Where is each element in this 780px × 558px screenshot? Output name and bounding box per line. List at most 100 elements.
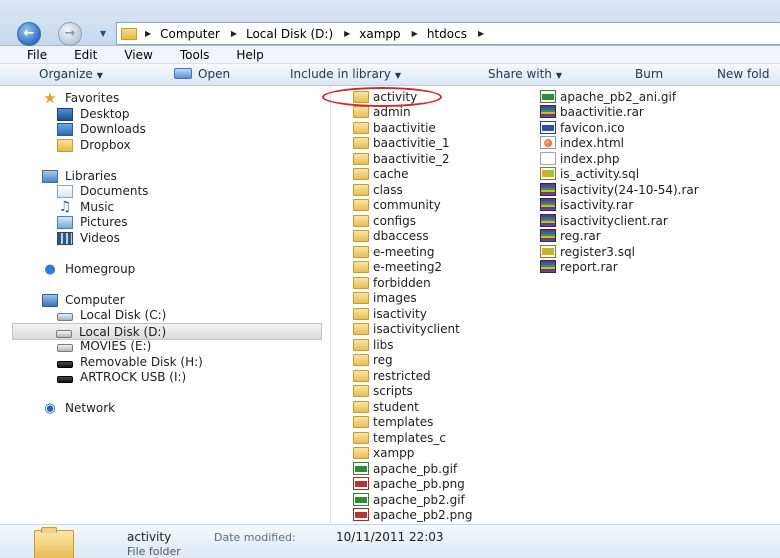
list-item[interactable]: isactivity <box>353 306 427 321</box>
star-icon: ★ <box>43 88 57 107</box>
list-item[interactable]: reg.rar <box>540 228 601 243</box>
list-item[interactable]: index.html <box>540 135 624 150</box>
list-item[interactable]: isactivity(24-10-54).rar <box>540 182 699 197</box>
list-item[interactable]: xampp <box>353 445 414 460</box>
usb-drive-icon <box>57 361 73 368</box>
list-item[interactable]: configs <box>353 213 416 228</box>
list-item[interactable]: isactivityclient <box>353 321 460 336</box>
recent-pages-dropdown-icon[interactable]: ▼ <box>100 29 106 38</box>
list-item[interactable]: index.php <box>540 151 619 166</box>
videos-icon <box>57 231 73 245</box>
list-item[interactable]: templates <box>353 414 433 429</box>
date-modified-value: 10/11/2011 22:03 <box>336 530 444 544</box>
list-item[interactable]: scripts <box>353 383 413 398</box>
list-item[interactable]: dbaccess <box>353 228 429 243</box>
nav-computer[interactable]: Computer <box>42 293 125 307</box>
ico-file-icon <box>540 121 556 134</box>
nav-downloads[interactable]: Downloads <box>57 122 146 136</box>
rar-archive-icon <box>540 105 556 118</box>
list-item[interactable]: apache_pb2.png <box>353 507 472 522</box>
selected-item-name: activity <box>127 530 172 544</box>
list-item[interactable]: e-meeting <box>353 244 434 259</box>
nav-libraries[interactable]: Libraries <box>42 169 117 183</box>
folder-icon <box>121 27 137 40</box>
breadcrumb[interactable]: ▶ Computer ▶ Local Disk (D:) ▶ xampp ▶ htdoc… <box>116 22 780 45</box>
organize-button[interactable]: Organize ▼ <box>39 67 103 81</box>
list-item[interactable]: apache_pb.gif <box>353 461 457 476</box>
list-item[interactable]: is_activity.sql <box>540 166 639 181</box>
nav-music[interactable]: ♫ Music <box>57 200 114 215</box>
nav-documents[interactable]: Documents <box>57 184 148 198</box>
nav-homegroup[interactable]: ● Homegroup <box>42 262 135 276</box>
highlight-ellipse <box>322 87 442 107</box>
list-item[interactable]: baactivitie <box>353 120 436 135</box>
folder-icon <box>353 245 369 258</box>
list-item[interactable]: report.rar <box>540 259 618 274</box>
nav-desktop[interactable]: Desktop <box>57 107 130 121</box>
list-item[interactable]: e-meeting2 <box>353 259 442 274</box>
folder-icon <box>353 446 369 459</box>
nav-removable-h[interactable]: Removable Disk (H:) <box>57 355 203 369</box>
breadcrumb-computer[interactable]: ▶ Computer <box>145 27 220 41</box>
navigation-pane: ★ Favorites Desktop Downloads Dropbox Lib… <box>0 86 331 524</box>
forward-button[interactable]: → <box>58 22 82 46</box>
list-item[interactable]: templates_c <box>353 430 446 445</box>
nav-dropbox[interactable]: Dropbox <box>57 138 131 152</box>
list-item[interactable]: register3.sql <box>540 244 635 259</box>
list-item[interactable]: isactivity.rar <box>540 197 633 212</box>
chevron-down-icon: ▼ <box>394 71 402 80</box>
list-item[interactable]: baactivitie.rar <box>540 104 644 119</box>
burn-button[interactable]: Burn <box>635 67 663 81</box>
nav-artrock-usb-i[interactable]: ARTROCK USB (I:) <box>57 370 186 384</box>
list-item[interactable]: apache_pb2_ani.gif <box>540 89 676 104</box>
list-item[interactable]: restricted <box>353 368 431 383</box>
rar-archive-icon <box>540 229 556 242</box>
include-in-library-button[interactable]: Include in library ▼ <box>290 67 401 81</box>
rar-archive-icon <box>540 214 556 227</box>
desktop-icon <box>57 107 73 121</box>
php-file-icon <box>540 152 556 165</box>
list-item[interactable]: class <box>353 182 403 197</box>
list-item[interactable]: apache_pb.png <box>353 476 465 491</box>
nav-videos[interactable]: Videos <box>57 231 120 245</box>
nav-local-disk-c[interactable]: Local Disk (C:) <box>57 308 166 322</box>
menu-tools[interactable]: Tools <box>180 48 210 62</box>
rar-archive-icon <box>540 183 556 196</box>
nav-local-disk-d-selected[interactable]: Local Disk (D:) <box>12 323 322 340</box>
menu-help[interactable]: Help <box>236 48 263 62</box>
list-item[interactable]: baactivitie_2 <box>353 151 449 166</box>
folder-icon <box>353 276 369 289</box>
nav-pictures[interactable]: Pictures <box>57 215 128 229</box>
list-item[interactable]: baactivitie_1 <box>353 135 449 150</box>
breadcrumb-local-disk-d[interactable]: ▶ Local Disk (D:) <box>231 27 333 41</box>
open-button[interactable]: Open <box>174 67 230 81</box>
list-item[interactable]: libs <box>353 337 394 352</box>
breadcrumb-htdocs[interactable]: ▶ htdocs <box>412 27 467 41</box>
nav-favorites[interactable]: ★ Favorites <box>42 88 119 107</box>
menu-edit[interactable]: Edit <box>74 48 97 62</box>
new-folder-button[interactable]: New fold <box>717 67 770 81</box>
chevron-down-icon: ▼ <box>96 71 103 80</box>
list-item[interactable]: apache_pb2.gif <box>353 492 465 507</box>
nav-network[interactable]: ◉ Network <box>42 401 115 415</box>
usb-drive-icon <box>57 376 73 383</box>
nav-movies-e[interactable]: MOVIES (E:) <box>57 339 151 353</box>
menu-file[interactable]: File <box>27 48 47 62</box>
list-item[interactable]: favicon.ico <box>540 120 625 135</box>
chevron-right-icon: ▶ <box>344 29 351 38</box>
breadcrumb-xampp[interactable]: ▶ xampp <box>344 27 401 41</box>
list-item[interactable]: cache <box>353 166 409 181</box>
folder-icon <box>353 291 369 304</box>
share-with-button[interactable]: Share with ▼ <box>488 67 562 81</box>
rar-archive-icon <box>540 260 556 273</box>
breadcrumb-subfolder-dropdown[interactable]: ▶ <box>478 29 493 38</box>
list-item[interactable]: reg <box>353 352 393 367</box>
list-item[interactable]: images <box>353 290 417 305</box>
list-item[interactable]: community <box>353 197 441 212</box>
list-item[interactable]: forbidden <box>353 275 431 290</box>
menu-view[interactable]: View <box>124 48 152 62</box>
back-button[interactable]: ← <box>17 22 41 46</box>
list-item[interactable]: isactivityclient.rar <box>540 213 668 228</box>
downloads-icon <box>57 122 73 136</box>
list-item[interactable]: student <box>353 399 419 414</box>
